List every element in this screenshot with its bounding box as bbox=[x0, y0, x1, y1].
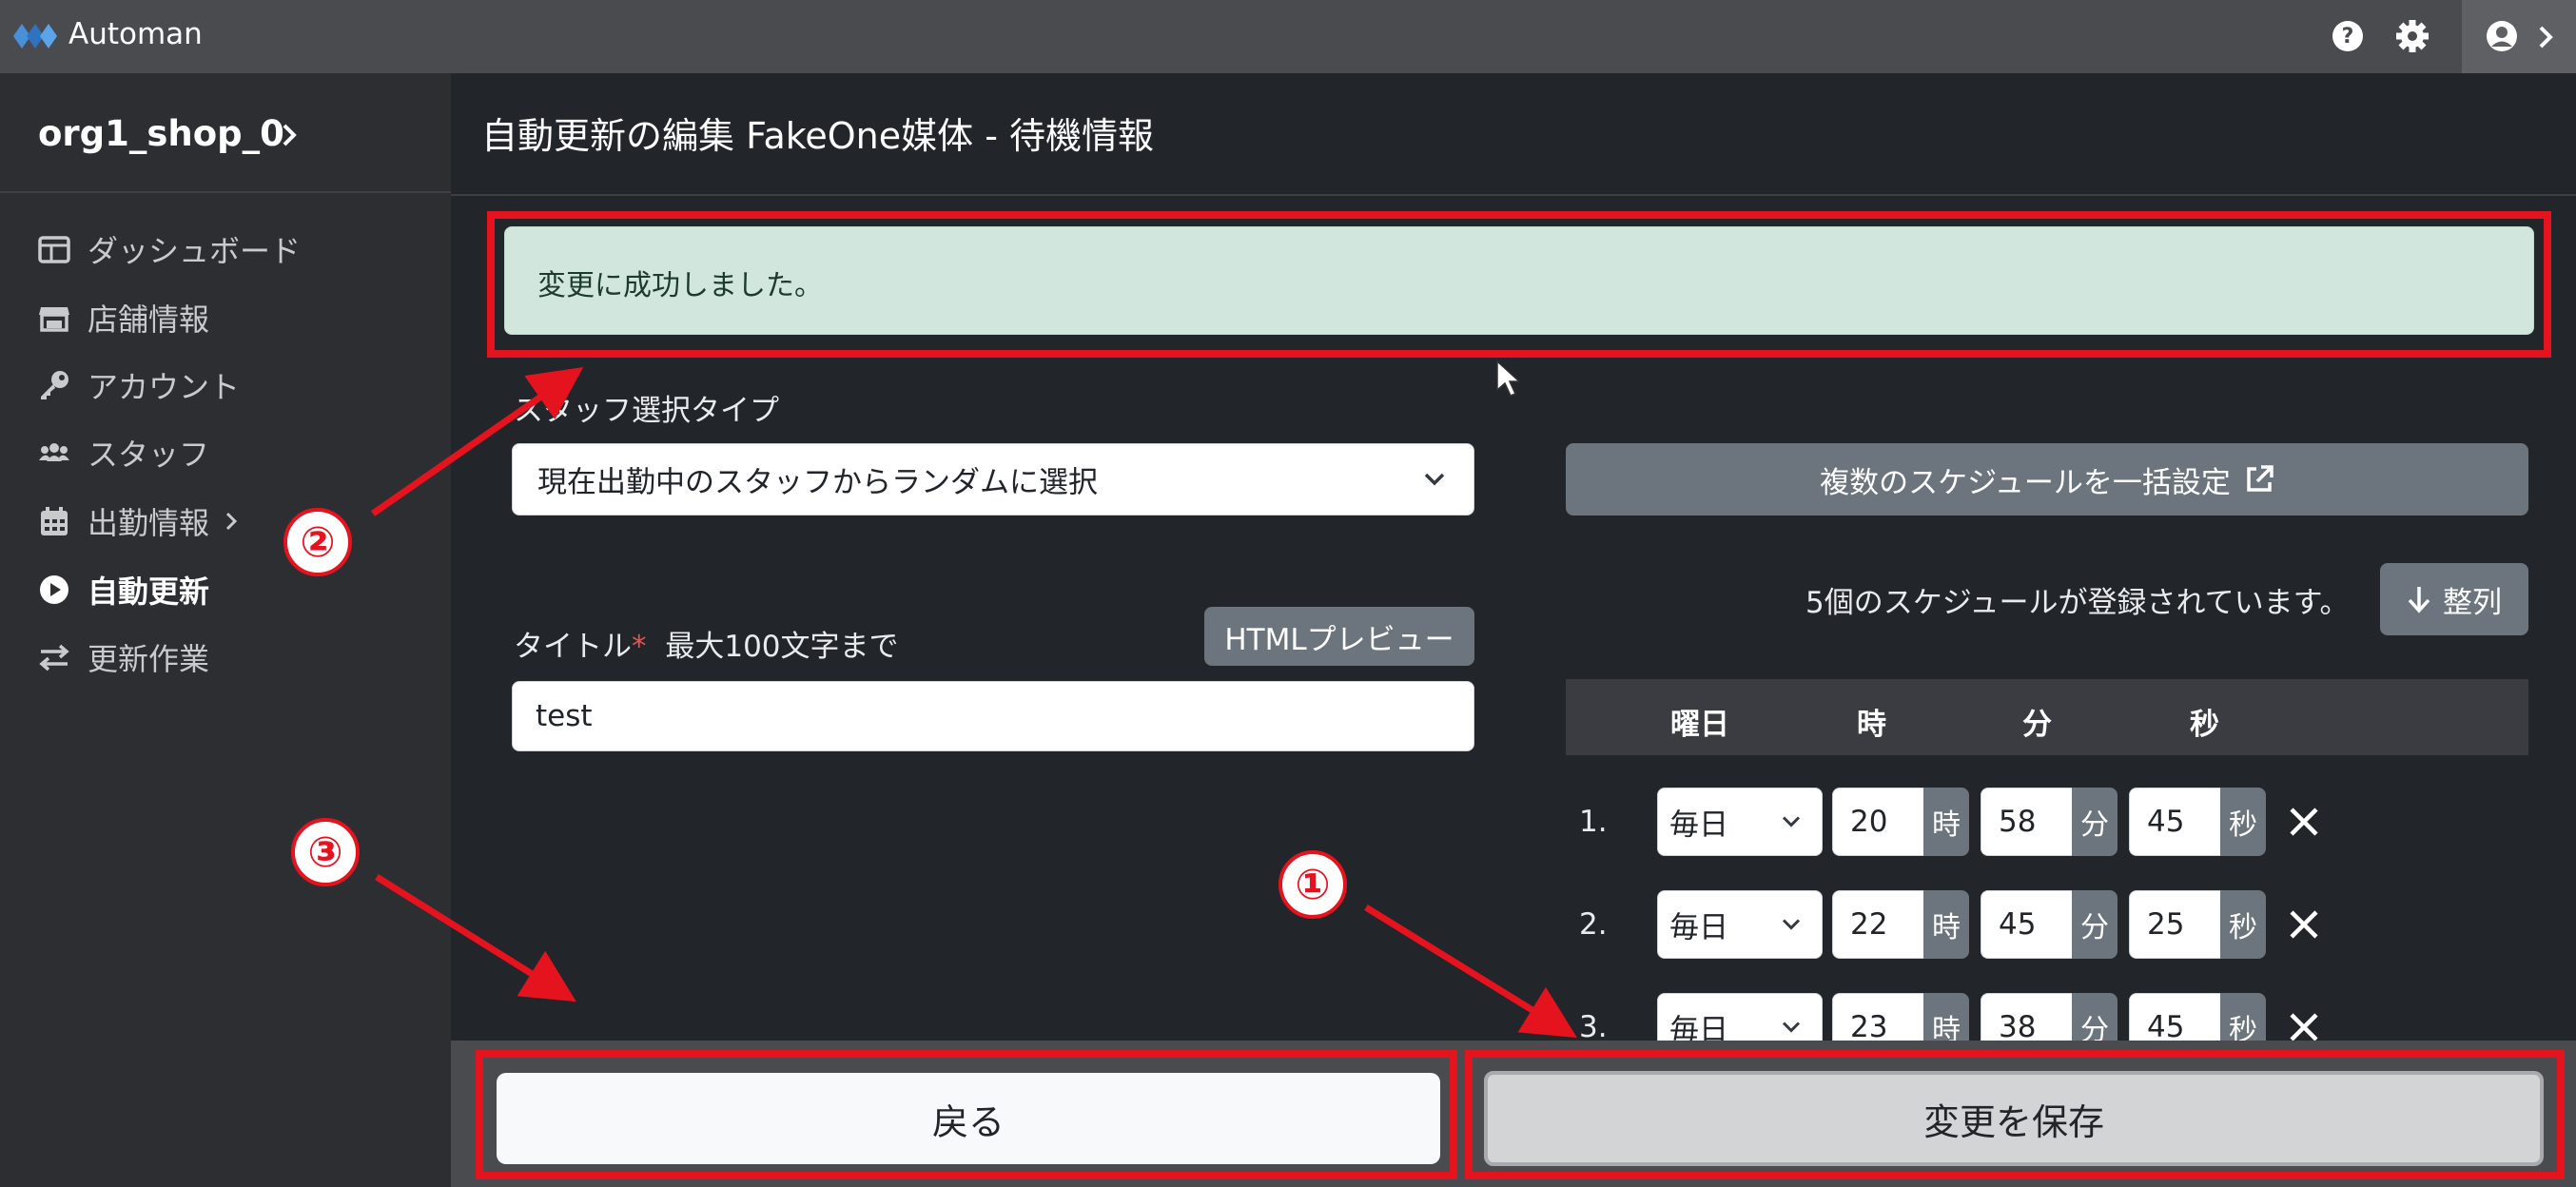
title-label: タイトル* 最大100文字まで bbox=[514, 622, 899, 665]
sort-label: 整列 bbox=[2443, 585, 2502, 620]
bulk-schedule-button[interactable]: 複数のスケジュールを一括設定 bbox=[1566, 443, 2528, 516]
back-button[interactable]: 戻る bbox=[497, 1073, 1440, 1164]
header-minute: 分 bbox=[2022, 708, 2052, 742]
key-icon bbox=[41, 371, 68, 399]
save-button[interactable]: 変更を保存 bbox=[1484, 1071, 2544, 1166]
exchange-icon bbox=[39, 644, 69, 671]
automan-logo-icon bbox=[13, 24, 57, 49]
day-select[interactable]: 毎日 bbox=[1657, 890, 1823, 959]
minute-input-group[interactable]: 45 分 bbox=[1981, 890, 2117, 959]
row-number: 1. bbox=[1579, 805, 1608, 839]
user-circle-icon bbox=[2487, 21, 2517, 51]
alert-message: 変更に成功しました。 bbox=[537, 269, 823, 302]
success-alert: 変更に成功しました。 bbox=[504, 226, 2534, 335]
dashboard-icon bbox=[38, 236, 70, 263]
chevron-down-icon bbox=[1782, 816, 1801, 827]
annotation-badge-2: ② bbox=[283, 508, 352, 576]
hour-unit: 時 bbox=[1923, 890, 1969, 959]
divider bbox=[451, 194, 2576, 196]
sidebar-item-update-work[interactable]: 更新作業 bbox=[38, 633, 419, 681]
minute-unit: 分 bbox=[2072, 890, 2117, 959]
sidebar-item-label: スタッフ bbox=[88, 437, 210, 473]
help-icon[interactable]: ? bbox=[2331, 19, 2365, 53]
sidebar-item-label: 更新作業 bbox=[88, 641, 210, 677]
second-input-group[interactable]: 45 秒 bbox=[2129, 788, 2266, 856]
sidebar-item-label: アカウント bbox=[88, 369, 241, 405]
staff-type-value: 現在出勤中のスタッフからランダムに選択 bbox=[537, 465, 1098, 500]
mouse-cursor-icon bbox=[1496, 360, 1521, 397]
hour-unit: 時 bbox=[1923, 788, 1969, 856]
hour-input[interactable]: 20 bbox=[1832, 788, 1923, 856]
calendar-icon bbox=[41, 507, 68, 535]
chevron-right-icon bbox=[225, 512, 238, 531]
title-input-value: test bbox=[536, 699, 593, 733]
chevron-right-icon[interactable] bbox=[282, 123, 297, 147]
row-number: 2. bbox=[1579, 907, 1608, 942]
users-icon bbox=[39, 443, 69, 461]
title-hint: 最大100文字まで bbox=[665, 630, 899, 664]
store-icon bbox=[39, 307, 69, 332]
gear-icon[interactable] bbox=[2395, 19, 2430, 53]
second-input[interactable]: 25 bbox=[2129, 890, 2220, 959]
divider bbox=[0, 191, 451, 193]
hour-input-group[interactable]: 22 時 bbox=[1832, 890, 1969, 959]
svg-text:?: ? bbox=[2342, 25, 2354, 49]
chevron-down-icon bbox=[1424, 473, 1445, 486]
sidebar-item-label: 店舗情報 bbox=[88, 302, 210, 338]
second-input-group[interactable]: 25 秒 bbox=[2129, 890, 2266, 959]
page-title: 自動更新の編集 FakeOne媒体 - 待機情報 bbox=[481, 115, 1155, 157]
sidebar-item-attendance[interactable]: 出勤情報 bbox=[38, 497, 419, 545]
header-hour: 時 bbox=[1857, 708, 1886, 742]
arrow-down-icon bbox=[2408, 587, 2430, 613]
required-mark: * bbox=[632, 630, 647, 664]
bulk-schedule-label: 複数のスケジュールを一括設定 bbox=[1820, 465, 2231, 500]
sort-button[interactable]: 整列 bbox=[2380, 563, 2528, 635]
second-unit: 秒 bbox=[2220, 890, 2266, 959]
minute-input[interactable]: 58 bbox=[1981, 788, 2072, 856]
chevron-down-icon bbox=[1782, 919, 1801, 930]
header-second: 秒 bbox=[2190, 708, 2219, 742]
day-value: 毎日 bbox=[1669, 808, 1728, 843]
annotation-badge-3: ③ bbox=[291, 818, 360, 886]
user-menu[interactable] bbox=[2462, 0, 2576, 73]
annotation-badge-1: ① bbox=[1278, 850, 1347, 919]
sidebar-item-label: 出勤情報 bbox=[88, 505, 210, 541]
schedule-table-header: 曜日 時 分 秒 bbox=[1566, 679, 2528, 755]
close-icon[interactable] bbox=[2287, 1010, 2321, 1044]
sidebar-item-label: ダッシュボード bbox=[88, 233, 302, 269]
sidebar-item-account[interactable]: アカウント bbox=[38, 361, 419, 409]
play-circle-icon bbox=[40, 575, 68, 604]
row-number: 3. bbox=[1579, 1010, 1608, 1044]
sidebar-item-staff[interactable]: スタッフ bbox=[38, 429, 419, 477]
sidebar-item-dashboard[interactable]: ダッシュボード bbox=[38, 225, 419, 273]
sidebar-item-store[interactable]: 店舗情報 bbox=[38, 294, 419, 341]
sidebar: org1_shop_0 ダッシュボード 店舗情報 アカウント スタッフ 出勤情報… bbox=[0, 73, 451, 1187]
staff-type-select[interactable]: 現在出勤中のスタッフからランダムに選択 bbox=[512, 443, 1474, 516]
chevron-down-icon bbox=[1782, 1022, 1801, 1033]
shop-name[interactable]: org1_shop_0 bbox=[38, 113, 284, 154]
minute-input[interactable]: 45 bbox=[1981, 890, 2072, 959]
app-title: Automan bbox=[68, 17, 203, 51]
minute-unit: 分 bbox=[2072, 788, 2117, 856]
hour-input[interactable]: 22 bbox=[1832, 890, 1923, 959]
top-bar: Automan ? bbox=[0, 0, 2576, 73]
chevron-right-icon bbox=[2539, 26, 2553, 49]
sidebar-item-auto-update[interactable]: 自動更新 bbox=[38, 566, 419, 613]
title-input[interactable]: test bbox=[512, 681, 1474, 751]
minute-input-group[interactable]: 58 分 bbox=[1981, 788, 2117, 856]
close-icon[interactable] bbox=[2287, 805, 2321, 839]
staff-type-label: スタッフ選択タイプ bbox=[514, 394, 779, 428]
header-day: 曜日 bbox=[1670, 708, 1729, 742]
external-link-icon bbox=[2247, 465, 2274, 492]
sidebar-item-label: 自動更新 bbox=[88, 574, 210, 610]
close-icon[interactable] bbox=[2287, 907, 2321, 942]
second-unit: 秒 bbox=[2220, 788, 2266, 856]
html-preview-button[interactable]: HTMLプレビュー bbox=[1204, 607, 1474, 666]
day-value: 毎日 bbox=[1669, 910, 1728, 945]
second-input[interactable]: 45 bbox=[2129, 788, 2220, 856]
hour-input-group[interactable]: 20 時 bbox=[1832, 788, 1969, 856]
schedule-count: 5個のスケジュールが登録されています。 bbox=[1805, 586, 2350, 620]
day-select[interactable]: 毎日 bbox=[1657, 788, 1823, 856]
title-label-text: タイトル bbox=[514, 630, 632, 664]
